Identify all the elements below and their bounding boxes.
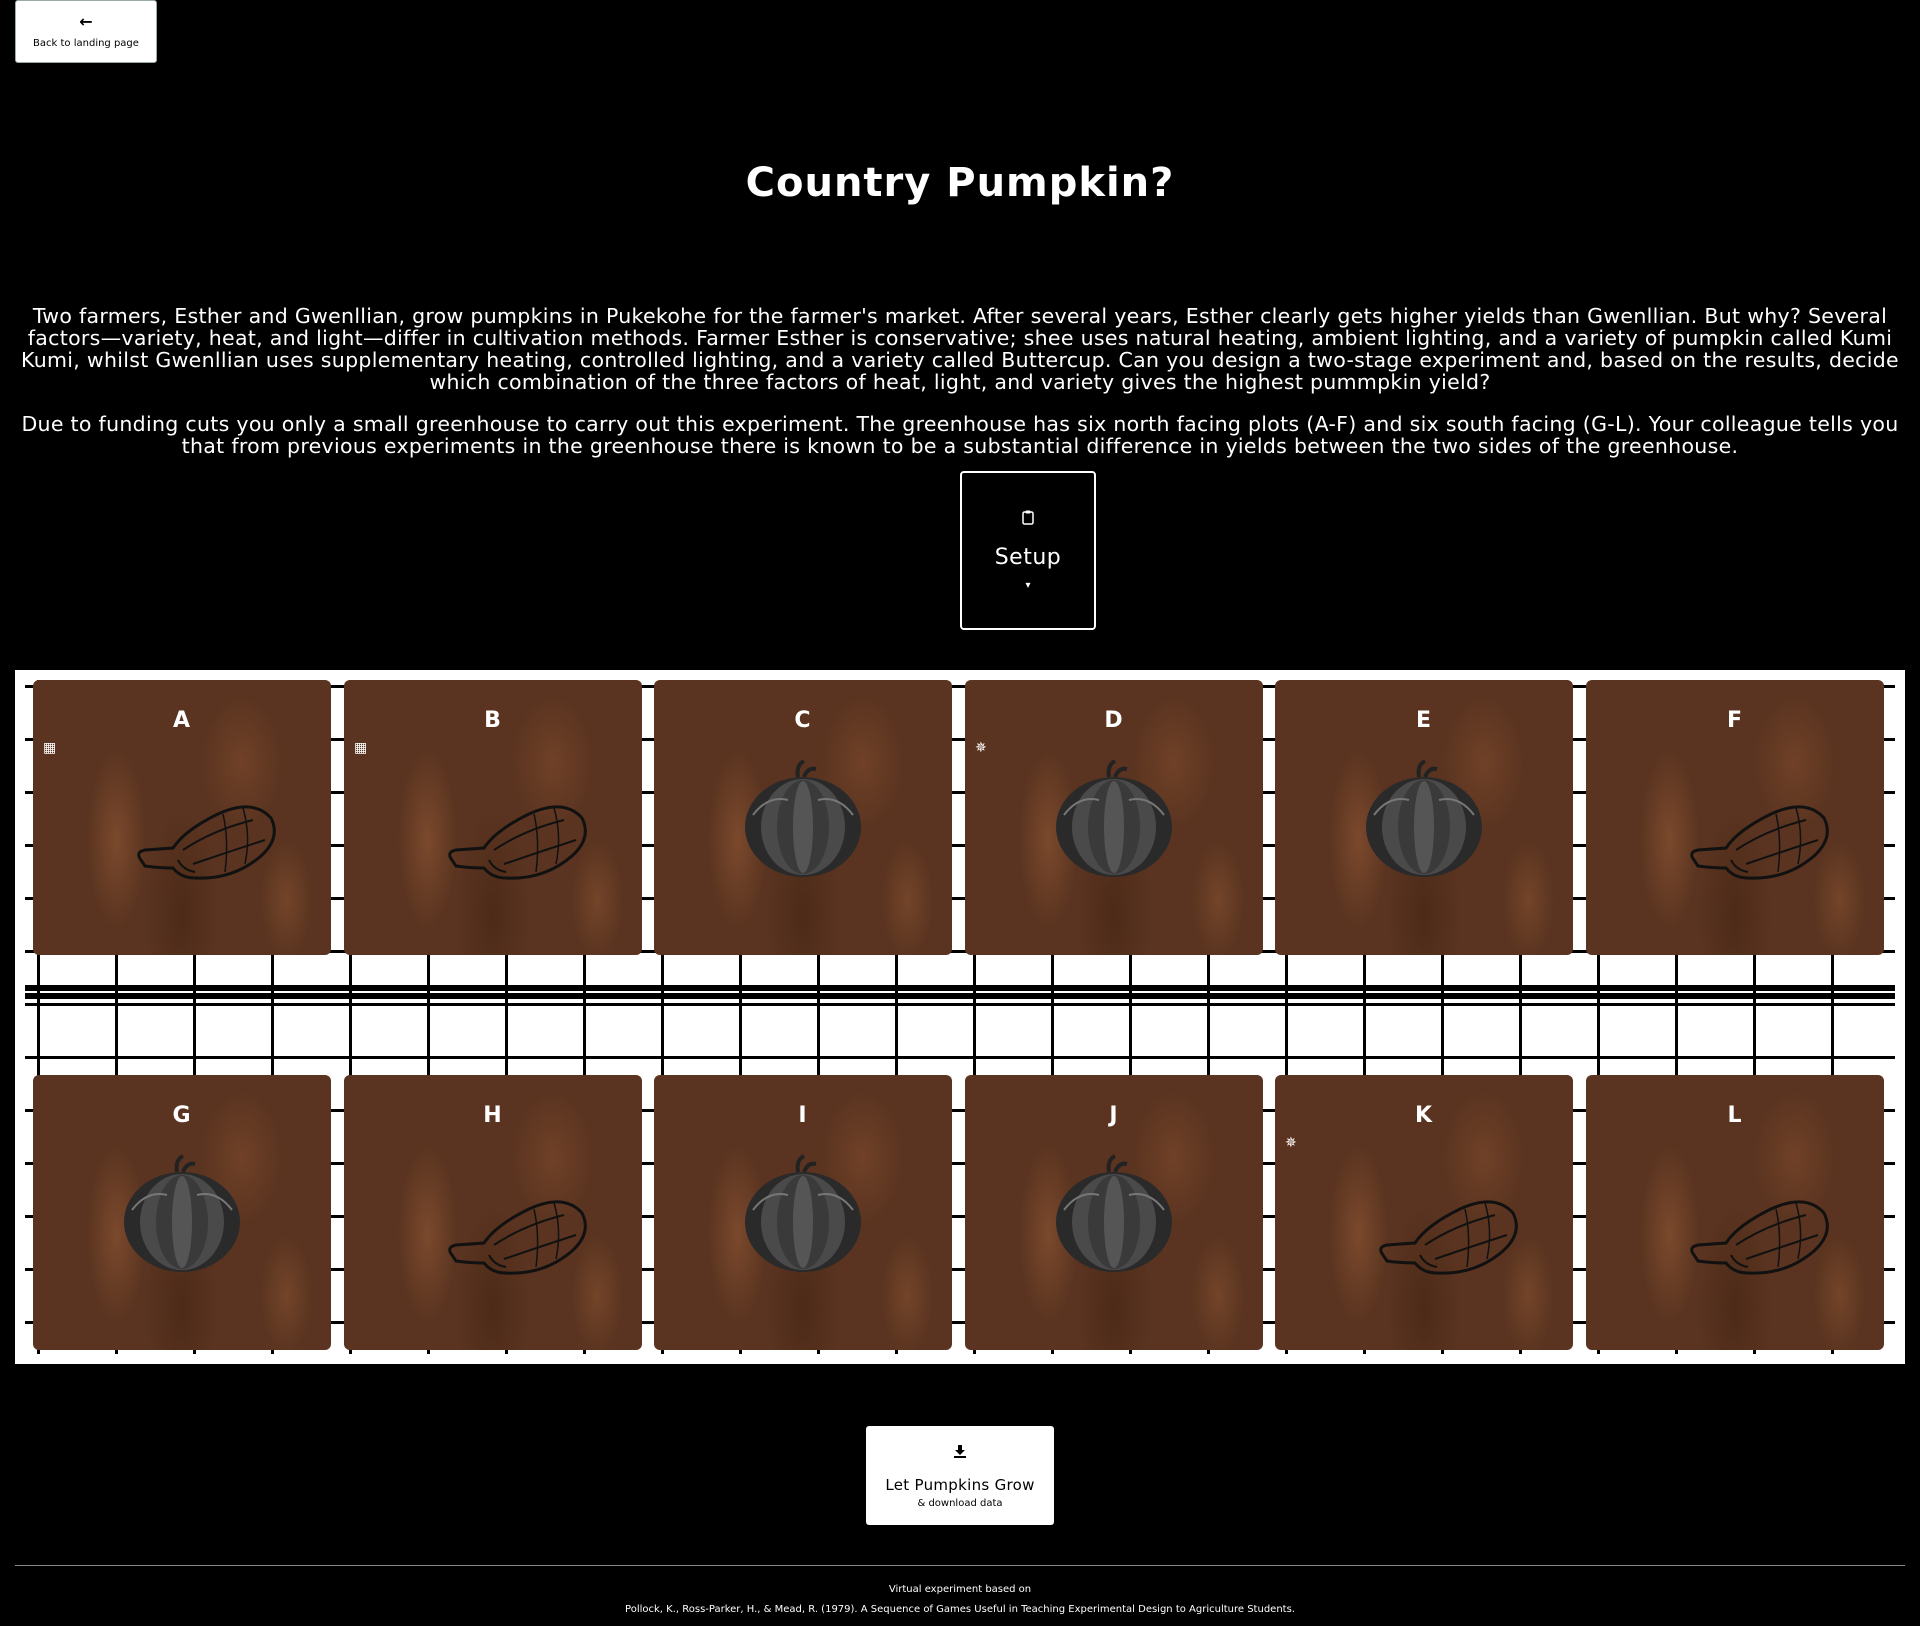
greenhouse-divider: [25, 985, 1895, 991]
back-button-label: Back to landing page: [33, 38, 139, 49]
clipboard-icon: [1022, 510, 1034, 529]
plot-letter: A: [172, 708, 192, 733]
plot-letter: G: [172, 1103, 192, 1128]
plot-c[interactable]: C: [654, 680, 952, 955]
plot-h[interactable]: H: [344, 1075, 642, 1350]
page-title: Country Pumpkin?: [745, 160, 1175, 206]
kumi-kumi-squash-icon: [1379, 1200, 1518, 1275]
grow-sublabel: & download data: [917, 1497, 1003, 1509]
footer-citation: Pollock, K., Ross-Parker, H., & Mead, R.…: [625, 1604, 1295, 1615]
kumi-kumi-squash-icon: [1690, 805, 1829, 880]
greenhouse-divider: [25, 993, 1895, 999]
plot-f[interactable]: F: [1586, 680, 1884, 955]
plot-g[interactable]: G: [33, 1075, 331, 1350]
plot-k[interactable]: K ✵: [1275, 1075, 1573, 1350]
buttercup-pumpkin-icon: [1056, 759, 1172, 877]
setup-label: Setup: [994, 545, 1062, 570]
intro-paragraph-1: Two farmers, Esther and Gwenllian, grow …: [21, 304, 1899, 394]
plot-letter: E: [1415, 708, 1433, 733]
plot-b[interactable]: B ▦: [344, 680, 642, 955]
kumi-kumi-squash-icon: [137, 805, 276, 880]
setup-button[interactable]: Setup ▾: [960, 471, 1096, 630]
plot-e[interactable]: E: [1275, 680, 1573, 955]
chevron-down-icon: ▾: [1025, 580, 1031, 591]
plot-j[interactable]: J: [965, 1075, 1263, 1350]
footer-credit-intro: Virtual experiment based on: [888, 1584, 1032, 1595]
plot-letter: H: [483, 1103, 503, 1128]
plot-letter: L: [1727, 1103, 1743, 1128]
buttercup-pumpkin-icon: [1366, 759, 1482, 877]
plot-letter: J: [1109, 1103, 1119, 1128]
download-icon: [953, 1443, 967, 1462]
back-to-landing-button[interactable]: ← Back to landing page: [15, 0, 157, 63]
intro-paragraph-2: Due to funding cuts you only a small gre…: [21, 412, 1899, 458]
kumi-kumi-squash-icon: [448, 1200, 587, 1275]
let-pumpkins-grow-button[interactable]: Let Pumpkins Grow & download data: [866, 1426, 1054, 1525]
grow-label: Let Pumpkins Grow: [885, 1475, 1035, 1494]
sun-icon: ✵: [975, 740, 987, 756]
plot-letter: F: [1726, 708, 1744, 733]
plot-i[interactable]: I: [654, 1075, 952, 1350]
greenhouse-grid: A ▦ B ▦ C D ✵ E F G H I J K ✵ L: [15, 670, 1905, 1364]
sun-icon: ✵: [1285, 1135, 1297, 1151]
plot-letter: B: [484, 708, 502, 733]
intro-text: Two farmers, Esther and Gwenllian, grow …: [18, 305, 1902, 477]
buttercup-pumpkin-icon: [745, 1154, 861, 1272]
solar-panel-icon: ▦: [43, 740, 57, 756]
buttercup-pumpkin-icon: [745, 759, 861, 877]
kumi-kumi-squash-icon: [1690, 1200, 1829, 1275]
plot-l[interactable]: L: [1586, 1075, 1884, 1350]
plot-letter: D: [1104, 708, 1124, 733]
footer-divider: [15, 1565, 1905, 1566]
solar-panel-icon: ▦: [354, 740, 368, 756]
buttercup-pumpkin-icon: [1056, 1154, 1172, 1272]
plot-letter: I: [798, 1103, 808, 1128]
plot-d[interactable]: D ✵: [965, 680, 1263, 955]
plot-letter: C: [794, 708, 812, 733]
arrow-left-icon: ←: [79, 12, 93, 31]
kumi-kumi-squash-icon: [448, 805, 587, 880]
buttercup-pumpkin-icon: [124, 1154, 240, 1272]
plot-a[interactable]: A ▦: [33, 680, 331, 955]
plot-letter: K: [1414, 1103, 1434, 1128]
